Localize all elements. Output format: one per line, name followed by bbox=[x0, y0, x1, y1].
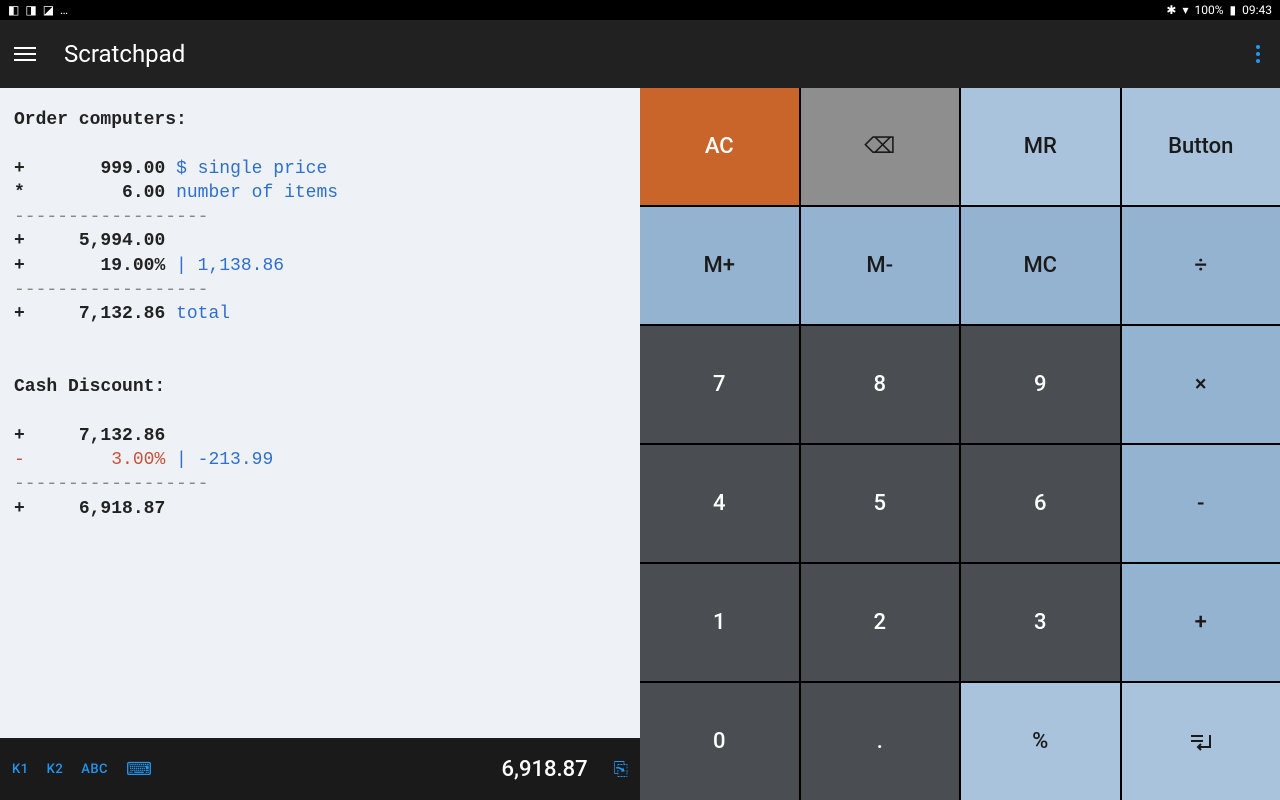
status-icon: ◧ bbox=[8, 3, 19, 17]
key-3[interactable]: 3 bbox=[961, 564, 1120, 681]
key-decimal[interactable]: . bbox=[801, 683, 960, 800]
overflow-menu-icon[interactable] bbox=[1250, 39, 1266, 69]
status-icon: … bbox=[60, 3, 68, 17]
status-icon: ◪ bbox=[43, 3, 54, 17]
key-mr[interactable]: MR bbox=[961, 88, 1120, 205]
app-bar: Scratchpad bbox=[0, 20, 1280, 88]
key-ac[interactable]: AC bbox=[640, 88, 799, 205]
key-7[interactable]: 7 bbox=[640, 326, 799, 443]
status-icon: ◨ bbox=[25, 3, 36, 17]
key-9[interactable]: 9 bbox=[961, 326, 1120, 443]
app-title: Scratchpad bbox=[64, 40, 185, 68]
key-add[interactable]: + bbox=[1122, 564, 1280, 681]
key-multiply[interactable]: × bbox=[1122, 326, 1280, 443]
bluetooth-icon: ✱ bbox=[1166, 3, 1176, 17]
key-6[interactable]: 6 bbox=[961, 445, 1120, 562]
equals-enter-icon bbox=[1188, 729, 1214, 755]
key-percent[interactable]: % bbox=[961, 683, 1120, 800]
key-m-plus[interactable]: M+ bbox=[640, 207, 799, 324]
key-5[interactable]: 5 bbox=[801, 445, 960, 562]
battery-label: 100% bbox=[1194, 3, 1223, 17]
tab-k2[interactable]: K2 bbox=[47, 762, 64, 777]
bottom-bar: K1 K2 ABC ⌨ 6,918.87 ⎘ bbox=[0, 738, 640, 800]
battery-icon: ▮ bbox=[1230, 3, 1237, 17]
key-mc[interactable]: MC bbox=[961, 207, 1120, 324]
key-4[interactable]: 4 bbox=[640, 445, 799, 562]
key-backspace[interactable]: ⌫ bbox=[801, 88, 960, 205]
status-bar: ◧ ◨ ◪ … ✱ ▾ 100% ▮ 09:43 bbox=[0, 0, 1280, 20]
key-divide[interactable]: ÷ bbox=[1122, 207, 1280, 324]
key-m-minus[interactable]: M- bbox=[801, 207, 960, 324]
result-value: 6,918.87 bbox=[502, 757, 588, 782]
tab-k1[interactable]: K1 bbox=[12, 762, 29, 777]
scratchpad-text[interactable]: Order computers: + 999.00 $ single price… bbox=[0, 88, 640, 738]
keypad: AC ⌫ MR Button M+ M- MC ÷ 7 8 9 × 4 5 6 … bbox=[640, 88, 1280, 800]
clock: 09:43 bbox=[1242, 3, 1272, 17]
wifi-icon: ▾ bbox=[1182, 3, 1188, 17]
keyboard-icon[interactable]: ⌨ bbox=[126, 759, 152, 780]
menu-icon[interactable] bbox=[14, 47, 42, 61]
key-8[interactable]: 8 bbox=[801, 326, 960, 443]
key-0[interactable]: 0 bbox=[640, 683, 799, 800]
key-1[interactable]: 1 bbox=[640, 564, 799, 681]
copy-icon[interactable]: ⎘ bbox=[614, 759, 628, 780]
key-button[interactable]: Button bbox=[1122, 88, 1280, 205]
key-equals[interactable] bbox=[1122, 683, 1280, 800]
key-2[interactable]: 2 bbox=[801, 564, 960, 681]
tab-abc[interactable]: ABC bbox=[81, 762, 108, 777]
key-subtract[interactable]: - bbox=[1122, 445, 1280, 562]
